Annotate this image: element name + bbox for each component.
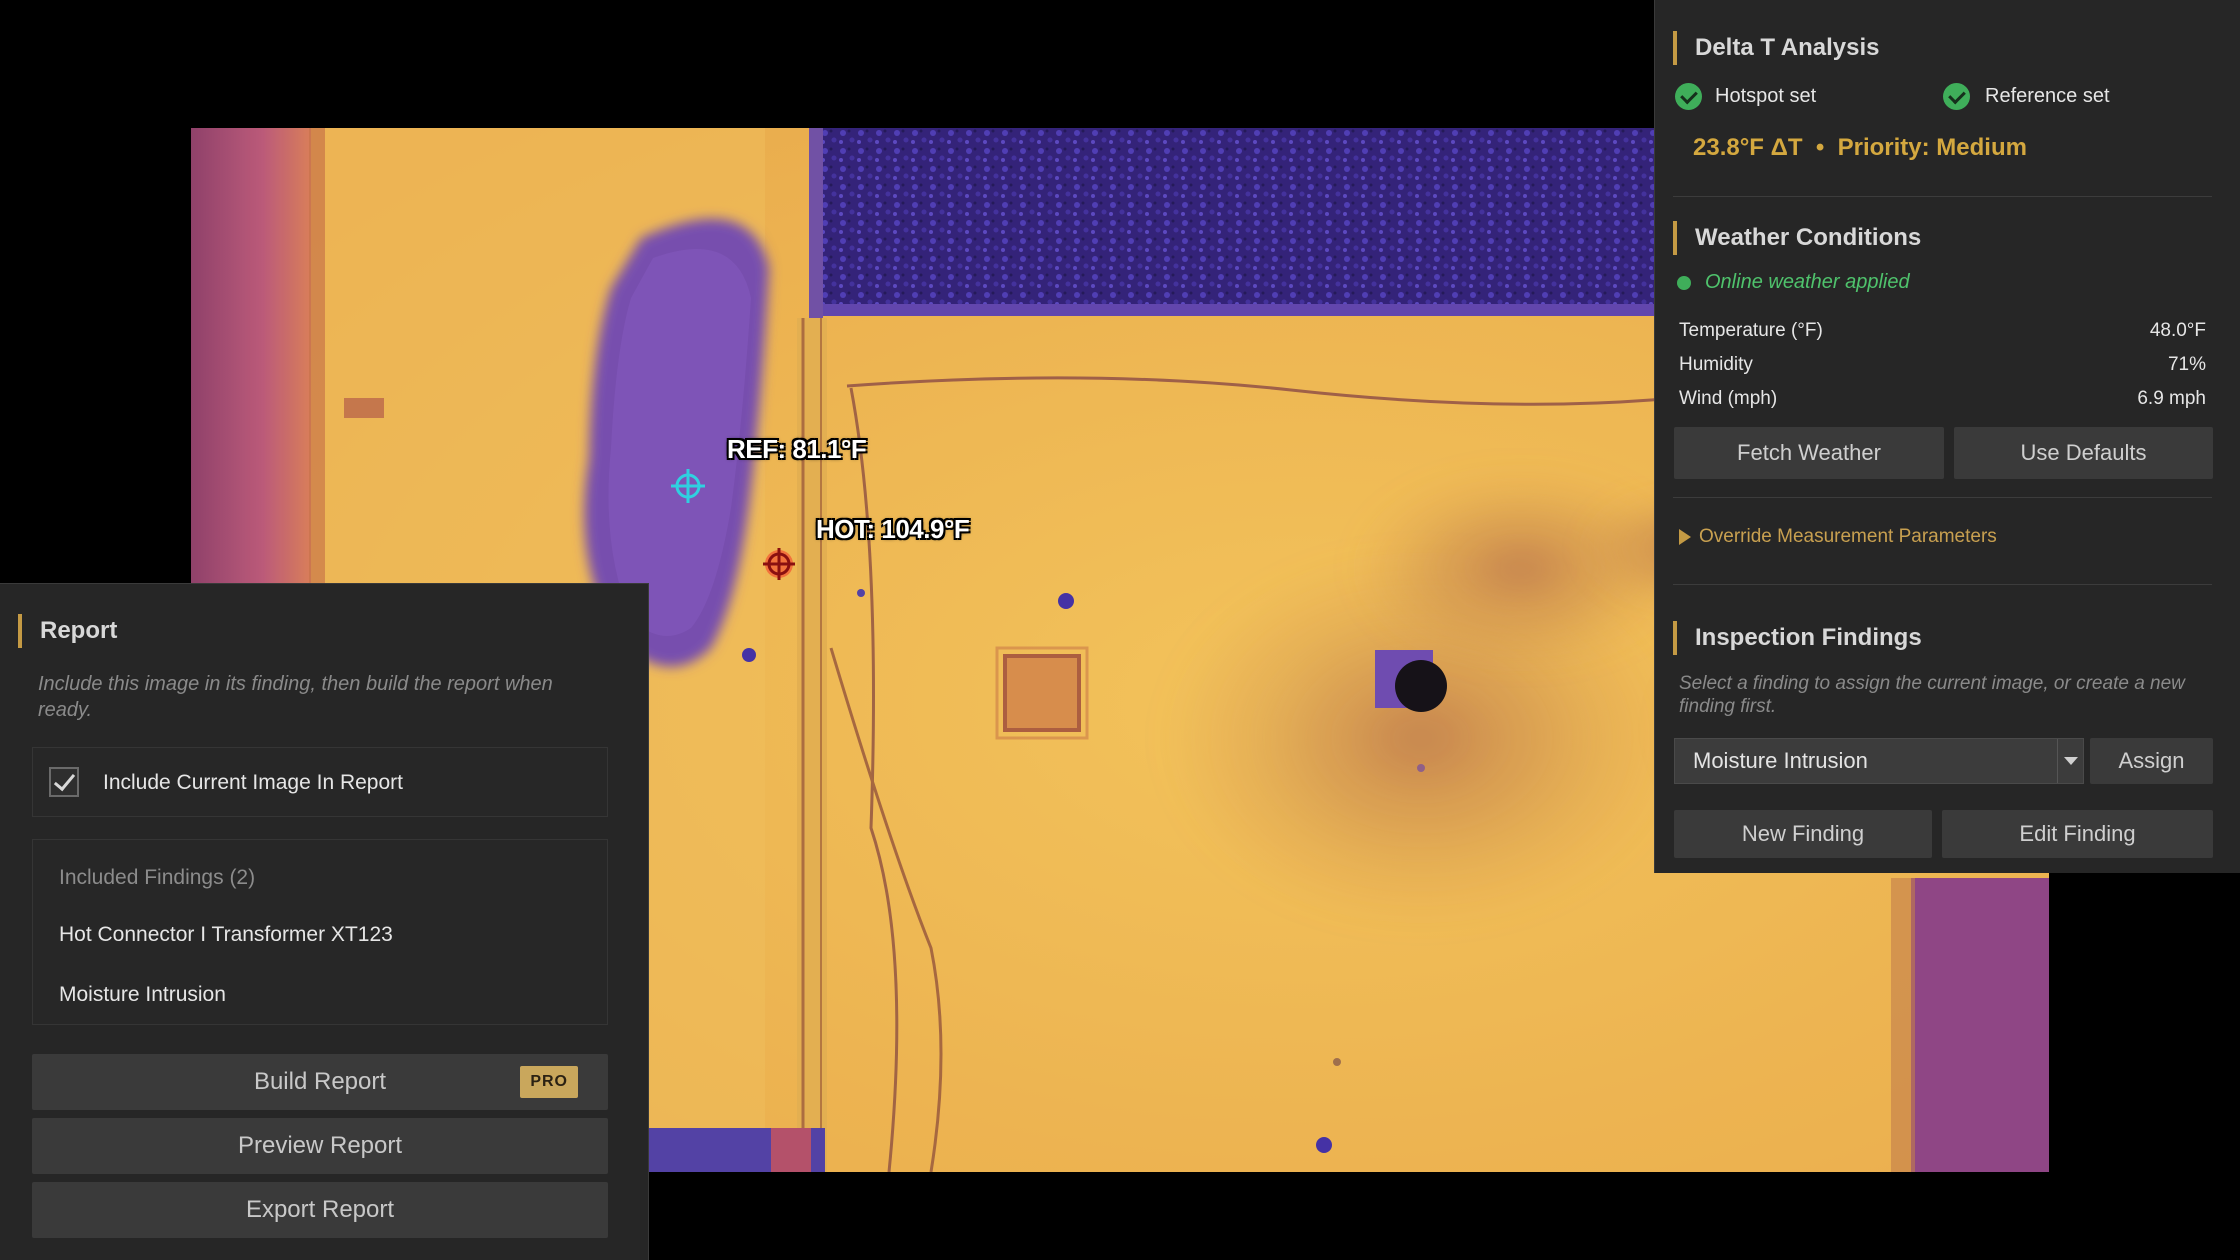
weather-status: Online weather applied [1705,271,1910,293]
override-parameters-toggle[interactable]: Override Measurement Parameters [1679,526,1997,548]
reference-marker-icon[interactable] [670,468,706,504]
new-finding-button[interactable]: New Finding [1674,810,1932,858]
build-report-label: Build Report [253,1068,387,1095]
fetch-weather-button[interactable]: Fetch Weather [1674,427,1944,479]
assign-button[interactable]: Assign [2090,738,2213,784]
app-window: REF: 81.1°F HOT: 104.9°F Delta T Analysi… [0,0,2240,1260]
analysis-panel: Delta T Analysis Hotspot set Reference s… [1654,0,2240,873]
weather-heading: Weather Conditions [1673,221,1921,255]
divider [1673,497,2212,498]
edit-finding-button[interactable]: Edit Finding [1942,810,2213,858]
preview-report-button[interactable]: Preview Report [32,1118,608,1174]
override-parameters-label: Override Measurement Parameters [1699,526,1997,547]
report-panel: Report Include this image in its finding… [0,583,649,1260]
weather-row-temperature: Temperature (°F) 48.0°F [1679,320,2206,342]
divider [1673,196,2212,197]
pro-badge: PRO [520,1066,578,1098]
include-image-label: Include Current Image In Report [103,771,403,794]
hotspot-status: Hotspot set [1715,85,1817,107]
included-finding-item[interactable]: Hot Connector I Transformer XT123 [59,923,393,947]
hotspot-temp-label: HOT: 104.9°F [816,514,970,544]
weather-label: Humidity [1679,354,1753,375]
included-findings-header: Included Findings (2) [59,866,256,889]
include-image-checkbox[interactable] [49,767,79,797]
weather-value: 6.9 mph [2137,388,2206,409]
report-hint: Include this image in its finding, then … [38,673,553,721]
hotspot-check-icon [1675,83,1702,110]
reference-temp-label: REF: 81.1°F [727,434,867,464]
reference-check-icon [1943,83,1970,110]
chevron-down-icon[interactable] [2057,739,2083,783]
weather-label: Wind (mph) [1679,388,1778,409]
report-heading: Report [18,614,117,648]
finding-select-value: Moisture Intrusion [1693,748,1868,773]
weather-row-humidity: Humidity 71% [1679,354,2206,376]
findings-hint: Select a finding to assign the current i… [1679,673,2185,717]
weather-value: 71% [2167,354,2206,375]
include-image-row[interactable]: Include Current Image In Report [32,747,608,817]
findings-heading: Inspection Findings [1673,621,1922,655]
included-finding-item[interactable]: Moisture Intrusion [59,983,226,1007]
reference-status: Reference set [1985,85,2110,107]
disclosure-triangle-icon [1679,529,1691,545]
build-report-button[interactable]: Build Report PRO [32,1054,608,1110]
weather-label: Temperature (°F) [1679,320,1823,341]
weather-status-dot [1677,276,1691,290]
use-defaults-button[interactable]: Use Defaults [1954,427,2213,479]
delta-t-summary: 23.8°F ΔT • Priority: Medium [1693,134,2027,161]
export-report-button[interactable]: Export Report [32,1182,608,1238]
finding-select[interactable]: Moisture Intrusion [1674,738,2084,784]
included-findings-box: Included Findings (2) Hot Connector I Tr… [32,839,608,1025]
divider [1673,584,2212,585]
hotspot-marker-icon[interactable] [761,546,797,582]
weather-value: 48.0°F [2149,320,2206,341]
delta-t-heading: Delta T Analysis [1673,31,1880,65]
weather-row-wind: Wind (mph) 6.9 mph [1679,388,2206,410]
